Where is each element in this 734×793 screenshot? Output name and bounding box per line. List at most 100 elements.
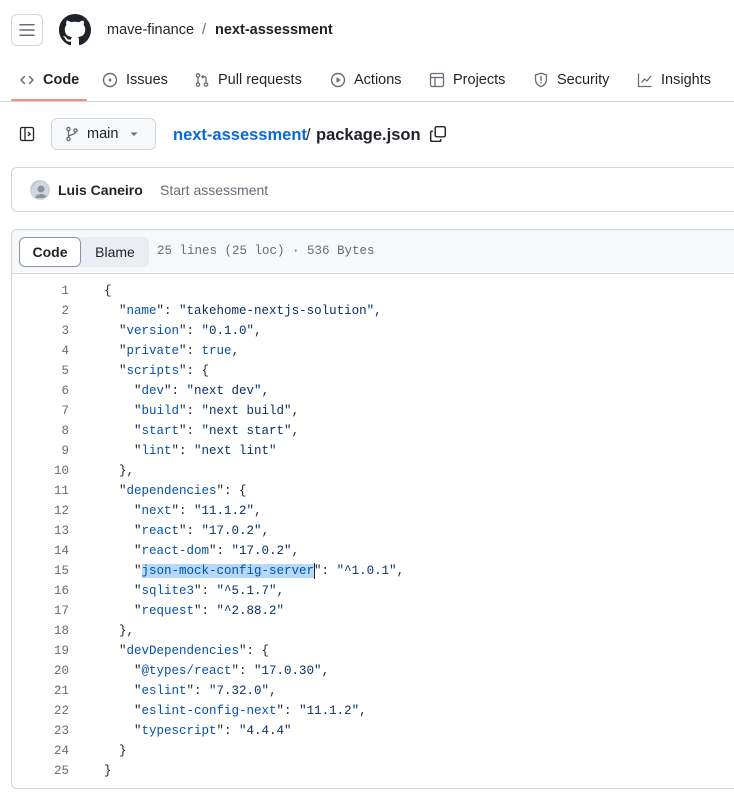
line-number[interactable]: 21 <box>12 681 69 701</box>
line-number[interactable]: 14 <box>12 541 69 561</box>
line-number[interactable]: 1 <box>12 281 69 301</box>
line-number[interactable]: 11 <box>12 481 69 501</box>
code-line[interactable]: 11 "dependencies": { <box>12 481 734 501</box>
pull-request-icon <box>195 72 209 87</box>
code-line[interactable]: 12 "next": "11.1.2", <box>12 501 734 521</box>
line-content: "build": "next build", <box>104 404 300 418</box>
code-line[interactable]: 16 "sqlite3": "^5.1.7", <box>12 581 734 601</box>
code-line[interactable]: 24 } <box>12 741 734 761</box>
tab-insights[interactable]: Insights <box>637 58 711 101</box>
code-line[interactable]: 18 }, <box>12 621 734 641</box>
code-body[interactable]: 1{2 "name": "takehome-nextjs-solution", 3… <box>12 281 734 781</box>
line-number[interactable]: 13 <box>12 521 69 541</box>
code-line[interactable]: 20 "@types/react": "17.0.30", <box>12 661 734 681</box>
line-content: "devDependencies": { <box>104 644 270 658</box>
line-number[interactable]: 22 <box>12 701 69 721</box>
breadcrumb-repo[interactable]: next-assessment <box>215 21 333 39</box>
shield-icon <box>534 72 548 87</box>
copy-path-button[interactable] <box>429 125 447 143</box>
line-number[interactable]: 3 <box>12 321 69 341</box>
line-number[interactable]: 4 <box>12 341 69 361</box>
branch-selector-button[interactable]: main <box>51 118 156 150</box>
code-line[interactable]: 15 "json-mock-config-server": "^1.0.1", <box>12 561 734 581</box>
line-number[interactable]: 16 <box>12 581 69 601</box>
commit-author[interactable]: Luis Caneiro <box>58 182 143 198</box>
line-number[interactable]: 25 <box>12 761 69 781</box>
line-number[interactable]: 17 <box>12 601 69 621</box>
path-repo-link[interactable]: next-assessment <box>173 125 307 145</box>
code-view-button[interactable]: Code <box>19 237 81 267</box>
code-line[interactable]: 23 "typescript": "4.4.4" <box>12 721 734 741</box>
line-number[interactable]: 5 <box>12 361 69 381</box>
line-number[interactable]: 10 <box>12 461 69 481</box>
line-number[interactable]: 20 <box>12 661 69 681</box>
line-content: "version": "0.1.0", <box>104 324 262 338</box>
tab-issues[interactable]: Issues <box>102 58 168 101</box>
top-header: mave-finance / next-assessment <box>0 0 734 58</box>
breadcrumb-owner[interactable]: mave-finance <box>107 21 194 39</box>
line-number[interactable]: 12 <box>12 501 69 521</box>
line-content: "private": true, <box>104 344 240 358</box>
code-viewer-header: Code Blame 25 lines (25 loc) · 536 Bytes <box>12 230 734 274</box>
line-content: "scripts": { <box>104 364 210 378</box>
line-number[interactable]: 8 <box>12 421 69 441</box>
line-content: "@types/react": "17.0.30", <box>104 664 330 678</box>
tab-security[interactable]: Security <box>533 58 609 101</box>
code-line[interactable]: 19 "devDependencies": { <box>12 641 734 661</box>
hamburger-icon <box>19 24 35 36</box>
code-line[interactable]: 21 "eslint": "7.32.0", <box>12 681 734 701</box>
line-content: "dependencies": { <box>104 484 247 498</box>
code-line[interactable]: 7 "build": "next build", <box>12 401 734 421</box>
repo-nav: Code Issues Pull requests Actions Projec… <box>0 58 734 102</box>
breadcrumb-separator: / <box>202 22 207 38</box>
side-panel-toggle-button[interactable] <box>16 123 38 145</box>
latest-commit-box: Luis Caneiro Start assessment <box>11 167 734 212</box>
line-number[interactable]: 6 <box>12 381 69 401</box>
line-content: "start": "next start", <box>104 424 300 438</box>
blame-view-button[interactable]: Blame <box>81 237 149 267</box>
tab-pull-requests[interactable]: Pull requests <box>194 58 302 101</box>
code-line[interactable]: 9 "lint": "next lint" <box>12 441 734 461</box>
line-number[interactable]: 15 <box>12 561 69 581</box>
code-line[interactable]: 6 "dev": "next dev", <box>12 381 734 401</box>
file-name: package.json <box>316 126 421 144</box>
issue-icon <box>102 72 118 87</box>
code-viewer: Code Blame 25 lines (25 loc) · 536 Bytes… <box>11 229 734 789</box>
line-content: "name": "takehome-nextjs-solution", <box>104 304 382 318</box>
tab-issues-label: Issues <box>126 71 168 88</box>
code-line[interactable]: 8 "start": "next start", <box>12 421 734 441</box>
tab-security-label: Security <box>557 71 610 88</box>
code-line[interactable]: 4 "private": true, <box>12 341 734 361</box>
code-line[interactable]: 3 "version": "0.1.0", <box>12 321 734 341</box>
line-content: } <box>104 744 127 758</box>
line-number[interactable]: 23 <box>12 721 69 741</box>
commit-message[interactable]: Start assessment <box>160 182 268 198</box>
avatar[interactable] <box>30 180 50 200</box>
code-line[interactable]: 5 "scripts": { <box>12 361 734 381</box>
line-number[interactable]: 19 <box>12 641 69 661</box>
line-content: "sqlite3": "^5.1.7", <box>104 584 285 598</box>
code-line[interactable]: 25} <box>12 761 734 781</box>
github-logo-icon[interactable] <box>59 14 91 46</box>
code-line[interactable]: 17 "request": "^2.88.2" <box>12 601 734 621</box>
code-line[interactable]: 10 }, <box>12 461 734 481</box>
sidebar-expand-icon <box>19 126 35 142</box>
selected-tab-underline <box>11 99 87 101</box>
line-content: "next": "11.1.2", <box>104 504 262 518</box>
hamburger-menu-button[interactable] <box>11 14 43 46</box>
file-info: 25 lines (25 loc) · 536 Bytes <box>157 244 375 258</box>
line-number[interactable]: 7 <box>12 401 69 421</box>
tab-actions[interactable]: Actions <box>330 58 402 101</box>
line-number[interactable]: 2 <box>12 301 69 321</box>
code-line[interactable]: 13 "react": "17.0.2", <box>12 521 734 541</box>
code-line[interactable]: 2 "name": "takehome-nextjs-solution", <box>12 301 734 321</box>
tab-code[interactable]: Code <box>19 58 79 101</box>
line-number[interactable]: 18 <box>12 621 69 641</box>
code-line[interactable]: 22 "eslint-config-next": "11.1.2", <box>12 701 734 721</box>
tab-projects[interactable]: Projects <box>429 58 505 101</box>
line-number[interactable]: 9 <box>12 441 69 461</box>
line-number[interactable]: 24 <box>12 741 69 761</box>
line-content: "react-dom": "17.0.2", <box>104 544 300 558</box>
code-line[interactable]: 1{ <box>12 281 734 301</box>
code-line[interactable]: 14 "react-dom": "17.0.2", <box>12 541 734 561</box>
